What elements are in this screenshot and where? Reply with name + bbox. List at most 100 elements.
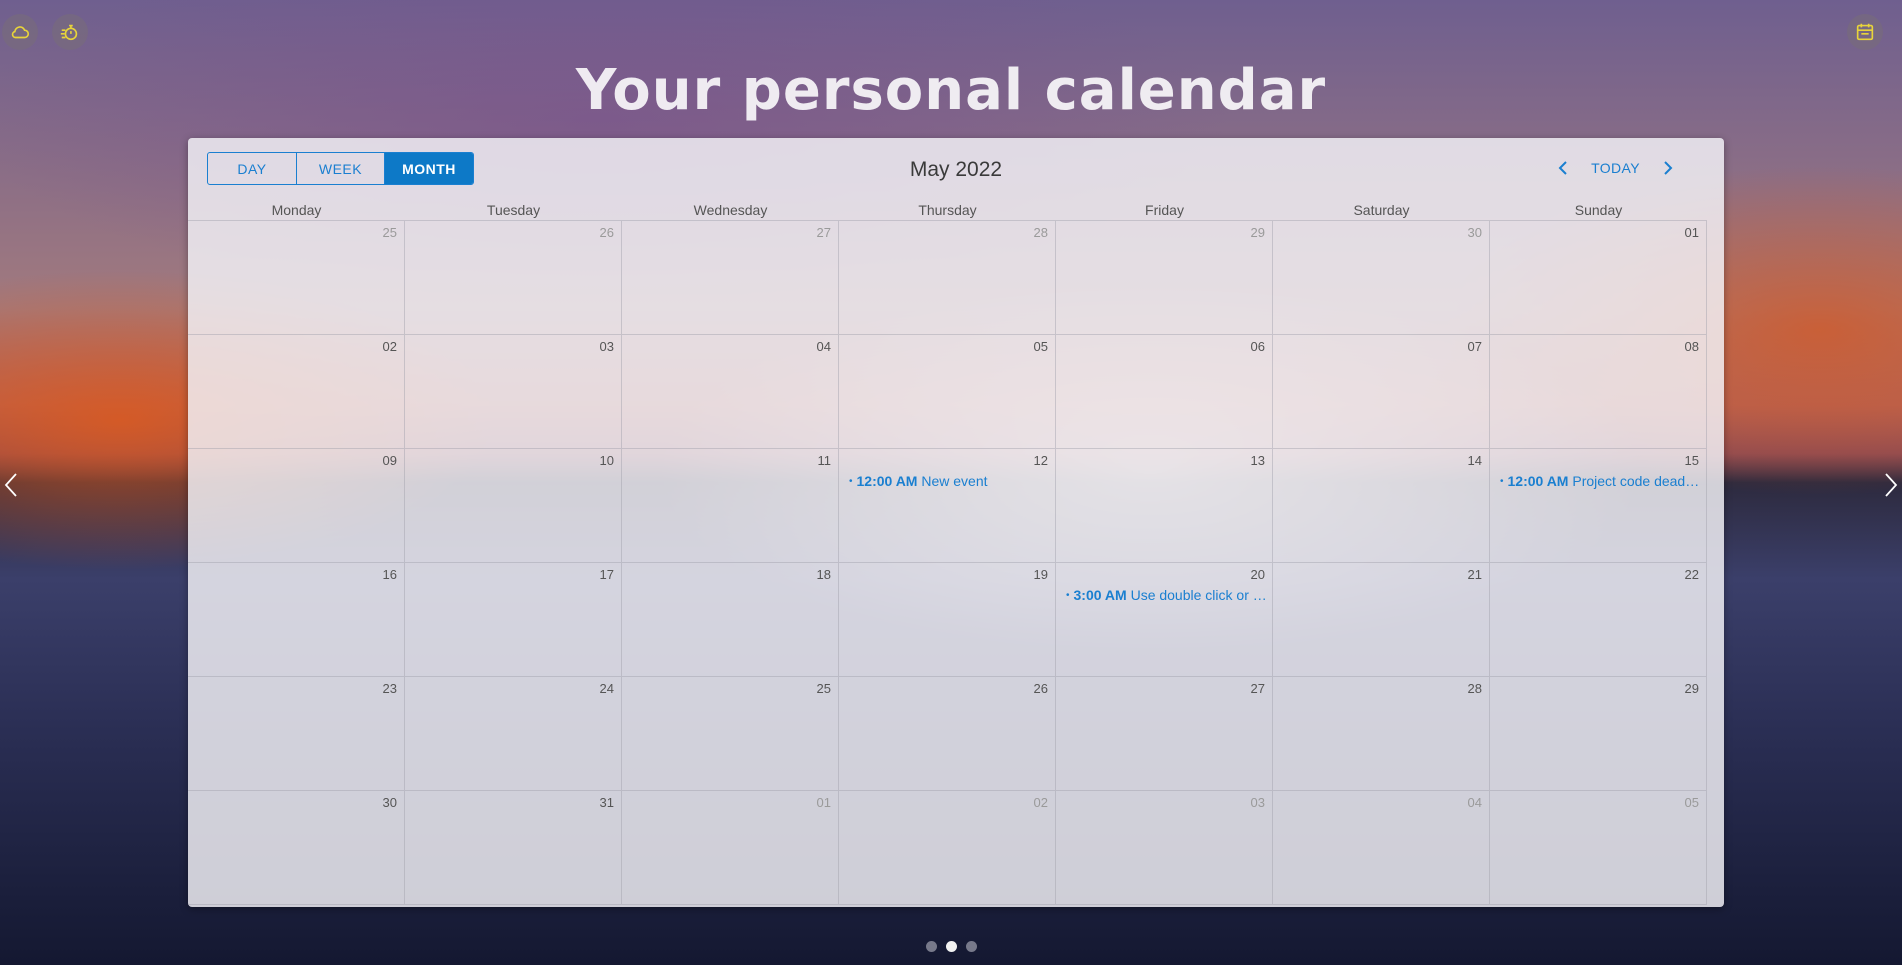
- day-number: 09: [382, 453, 397, 468]
- weather-button[interactable]: [2, 14, 38, 50]
- day-cell[interactable]: 03: [1056, 791, 1273, 905]
- day-cell[interactable]: 07: [1273, 335, 1490, 449]
- calendar-event[interactable]: • 12:00 AM Project code deadline: [1500, 473, 1702, 489]
- day-cell[interactable]: 08: [1490, 335, 1707, 449]
- day-cell[interactable]: 24: [405, 677, 622, 791]
- day-cell[interactable]: 06: [1056, 335, 1273, 449]
- day-cell[interactable]: 18: [622, 563, 839, 677]
- event-time: 3:00 AM: [1073, 587, 1127, 603]
- day-cell[interactable]: 09: [188, 449, 405, 563]
- previous-slide-button[interactable]: [0, 470, 22, 500]
- day-cell[interactable]: 23: [188, 677, 405, 791]
- day-cell[interactable]: 01: [622, 791, 839, 905]
- day-cell[interactable]: 27: [1056, 677, 1273, 791]
- day-cell[interactable]: 04: [1273, 791, 1490, 905]
- day-cell[interactable]: 15 • 12:00 AM Project code deadline: [1490, 449, 1707, 563]
- day-cell[interactable]: 20 •3:00 AM Use double click or long pres…: [1056, 563, 1273, 677]
- calendar-button[interactable]: [1847, 14, 1883, 50]
- weekday-header: Monday Tuesday Wednesday Thursday Friday…: [188, 200, 1707, 220]
- day-number: 22: [1684, 567, 1699, 582]
- day-cell[interactable]: 28: [1273, 677, 1490, 791]
- timer-button[interactable]: [52, 14, 88, 50]
- day-number: 18: [816, 567, 831, 582]
- day-cell[interactable]: 02: [188, 335, 405, 449]
- weekday-saturday: Saturday: [1353, 202, 1410, 218]
- day-cell[interactable]: 05: [1490, 791, 1707, 905]
- day-cell[interactable]: 10: [405, 449, 622, 563]
- chevron-left-icon: [4, 473, 17, 497]
- day-cell[interactable]: 25: [188, 221, 405, 335]
- day-cell[interactable]: 03: [405, 335, 622, 449]
- day-cell[interactable]: 16: [188, 563, 405, 677]
- event-time: 12:00 AM: [1507, 473, 1569, 489]
- day-cell[interactable]: 11: [622, 449, 839, 563]
- day-cell[interactable]: 29: [1490, 677, 1707, 791]
- event-title: Use double click or long press to create…: [1130, 587, 1268, 603]
- day-number: 03: [1250, 795, 1265, 810]
- day-number: 05: [1033, 339, 1048, 354]
- day-cell[interactable]: 14: [1273, 449, 1490, 563]
- day-number: 04: [1467, 795, 1482, 810]
- day-number: 08: [1684, 339, 1699, 354]
- day-number: 02: [382, 339, 397, 354]
- chevron-right-icon: [1664, 161, 1673, 175]
- day-number: 16: [382, 567, 397, 582]
- pagination-dot[interactable]: [965, 941, 977, 952]
- day-cell[interactable]: 31: [405, 791, 622, 905]
- view-switch: DAY WEEK MONTH: [207, 152, 474, 185]
- day-cell[interactable]: 02: [839, 791, 1056, 905]
- day-number: 27: [1250, 681, 1265, 696]
- day-number: 01: [816, 795, 831, 810]
- month-view-button[interactable]: MONTH: [385, 153, 473, 184]
- day-number: 30: [1467, 225, 1482, 240]
- day-cell[interactable]: 04: [622, 335, 839, 449]
- next-month-button[interactable]: [1652, 152, 1684, 184]
- day-cell[interactable]: 13: [1056, 449, 1273, 563]
- pagination-dot[interactable]: [945, 941, 957, 952]
- calendar-icon: [1856, 23, 1874, 41]
- day-cell[interactable]: 28: [839, 221, 1056, 335]
- day-cell[interactable]: 30: [1273, 221, 1490, 335]
- calendar-event[interactable]: • 12:00 AM New event: [849, 473, 1051, 489]
- day-number: 17: [599, 567, 614, 582]
- event-title: Project code deadline: [1572, 473, 1702, 489]
- day-number: 14: [1467, 453, 1482, 468]
- day-number: 20: [1250, 567, 1265, 582]
- previous-month-button[interactable]: [1547, 152, 1579, 184]
- day-cell[interactable]: 27: [622, 221, 839, 335]
- day-cell[interactable]: 29: [1056, 221, 1273, 335]
- day-number: 25: [816, 681, 831, 696]
- day-cell[interactable]: 26: [839, 677, 1056, 791]
- day-cell[interactable]: 05: [839, 335, 1056, 449]
- next-slide-button[interactable]: [1880, 470, 1902, 500]
- day-cell[interactable]: 22: [1490, 563, 1707, 677]
- chevron-left-icon: [1558, 161, 1567, 175]
- day-cell[interactable]: 12 • 12:00 AM New event: [839, 449, 1056, 563]
- day-number: 10: [599, 453, 614, 468]
- weekday-sunday: Sunday: [1574, 202, 1623, 218]
- day-cell[interactable]: 17: [405, 563, 622, 677]
- day-cell[interactable]: 26: [405, 221, 622, 335]
- day-number: 28: [1033, 225, 1048, 240]
- day-cell[interactable]: 21: [1273, 563, 1490, 677]
- day-number: 13: [1250, 453, 1265, 468]
- calendar-event[interactable]: •3:00 AM Use double click or long press …: [1066, 587, 1268, 603]
- cloud-icon: [11, 26, 30, 39]
- day-cell[interactable]: 19: [839, 563, 1056, 677]
- calendar-panel: DAY WEEK MONTH May 2022 TODAY Monday Tue…: [188, 138, 1724, 907]
- month-grid: 25 26 27 28 29 30 01 02 03 04 05 06 07 08 09 10 11 12 • 12:…: [188, 220, 1707, 905]
- event-dot-icon: •: [1500, 476, 1504, 487]
- week-view-button[interactable]: WEEK: [297, 153, 385, 184]
- day-number: 23: [382, 681, 397, 696]
- day-number: 26: [1033, 681, 1048, 696]
- day-cell[interactable]: 01: [1490, 221, 1707, 335]
- day-cell[interactable]: 30: [188, 791, 405, 905]
- weekday-monday: Monday: [271, 202, 322, 218]
- day-number: 04: [816, 339, 831, 354]
- today-button[interactable]: TODAY: [1579, 160, 1652, 176]
- day-view-button[interactable]: DAY: [208, 153, 297, 184]
- pagination-dot[interactable]: [925, 941, 937, 952]
- day-number: 25: [382, 225, 397, 240]
- stopwatch-icon: [60, 24, 78, 41]
- day-cell[interactable]: 25: [622, 677, 839, 791]
